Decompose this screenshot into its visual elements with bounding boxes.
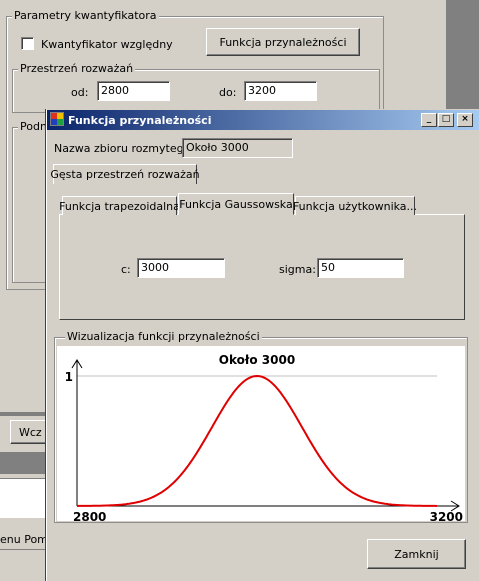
maximize-button[interactable]: □	[438, 113, 454, 127]
universe-of-discourse-group	[12, 69, 380, 113]
main-bottom-line	[0, 549, 46, 550]
close-button[interactable]: ×	[457, 113, 473, 127]
dialog-title: Funkcja przynależności	[68, 114, 212, 127]
to-label: do:	[219, 86, 237, 99]
minimize-button[interactable]: _	[421, 113, 437, 127]
x-tick-label-max: 3200	[430, 510, 463, 521]
membership-chart: Około 3000 1 2800 3200	[57, 346, 465, 521]
to-input[interactable]: 3200	[244, 81, 317, 101]
fuzzy-set-name-label: Nazwa zbioru rozmytego:	[54, 142, 195, 155]
dialog-titlebar[interactable]: Funkcja przynależności _ □ ×	[47, 110, 479, 130]
function-tab-panel	[59, 214, 465, 320]
c-input[interactable]: 3000	[137, 258, 225, 278]
tab-trapezoidal[interactable]: Funkcja trapezoidalna	[59, 196, 180, 215]
membership-function-button[interactable]: Funkcja przynależności	[206, 28, 360, 56]
universe-of-discourse-title: Przestrzeń rozważań	[18, 62, 136, 75]
sigma-input[interactable]: 50	[317, 258, 404, 278]
c-label: c:	[121, 263, 131, 276]
y-tick-label-1: 1	[65, 370, 73, 384]
from-label: od:	[71, 86, 89, 99]
relative-quantifier-label: Kwantyfikator względny	[41, 38, 173, 51]
main-dark-band	[0, 452, 46, 474]
x-tick-label-min: 2800	[73, 510, 106, 521]
main-window-right-edge	[446, 0, 479, 110]
membership-dialog: Funkcja przynależności _ □ × Nazwa zbior…	[46, 109, 479, 581]
quantifier-params-title: Parametry kwantyfikatora	[12, 9, 159, 22]
sigma-label: sigma:	[279, 263, 316, 276]
tab-user-function[interactable]: Funkcja użytkownika...	[293, 196, 417, 215]
app-icon	[50, 112, 64, 126]
visualization-group-title: Wizualizacja funkcji przynależności	[65, 330, 262, 343]
main-lower-strip	[0, 412, 46, 416]
main-white-panel	[0, 478, 46, 518]
tab-dense-space[interactable]: Gęsta przestrzeń rozważań	[50, 164, 200, 184]
tab-gaussian[interactable]: Funkcja Gaussowska	[178, 193, 294, 215]
from-input[interactable]: 2800	[97, 81, 170, 101]
chart-title: Około 3000	[219, 353, 295, 367]
membership-curve	[76, 374, 438, 507]
close-dialog-button[interactable]: Zamknij	[367, 539, 466, 569]
relative-quantifier-checkbox[interactable]	[21, 37, 34, 50]
fuzzy-set-name-field: Około 3000	[182, 138, 293, 158]
